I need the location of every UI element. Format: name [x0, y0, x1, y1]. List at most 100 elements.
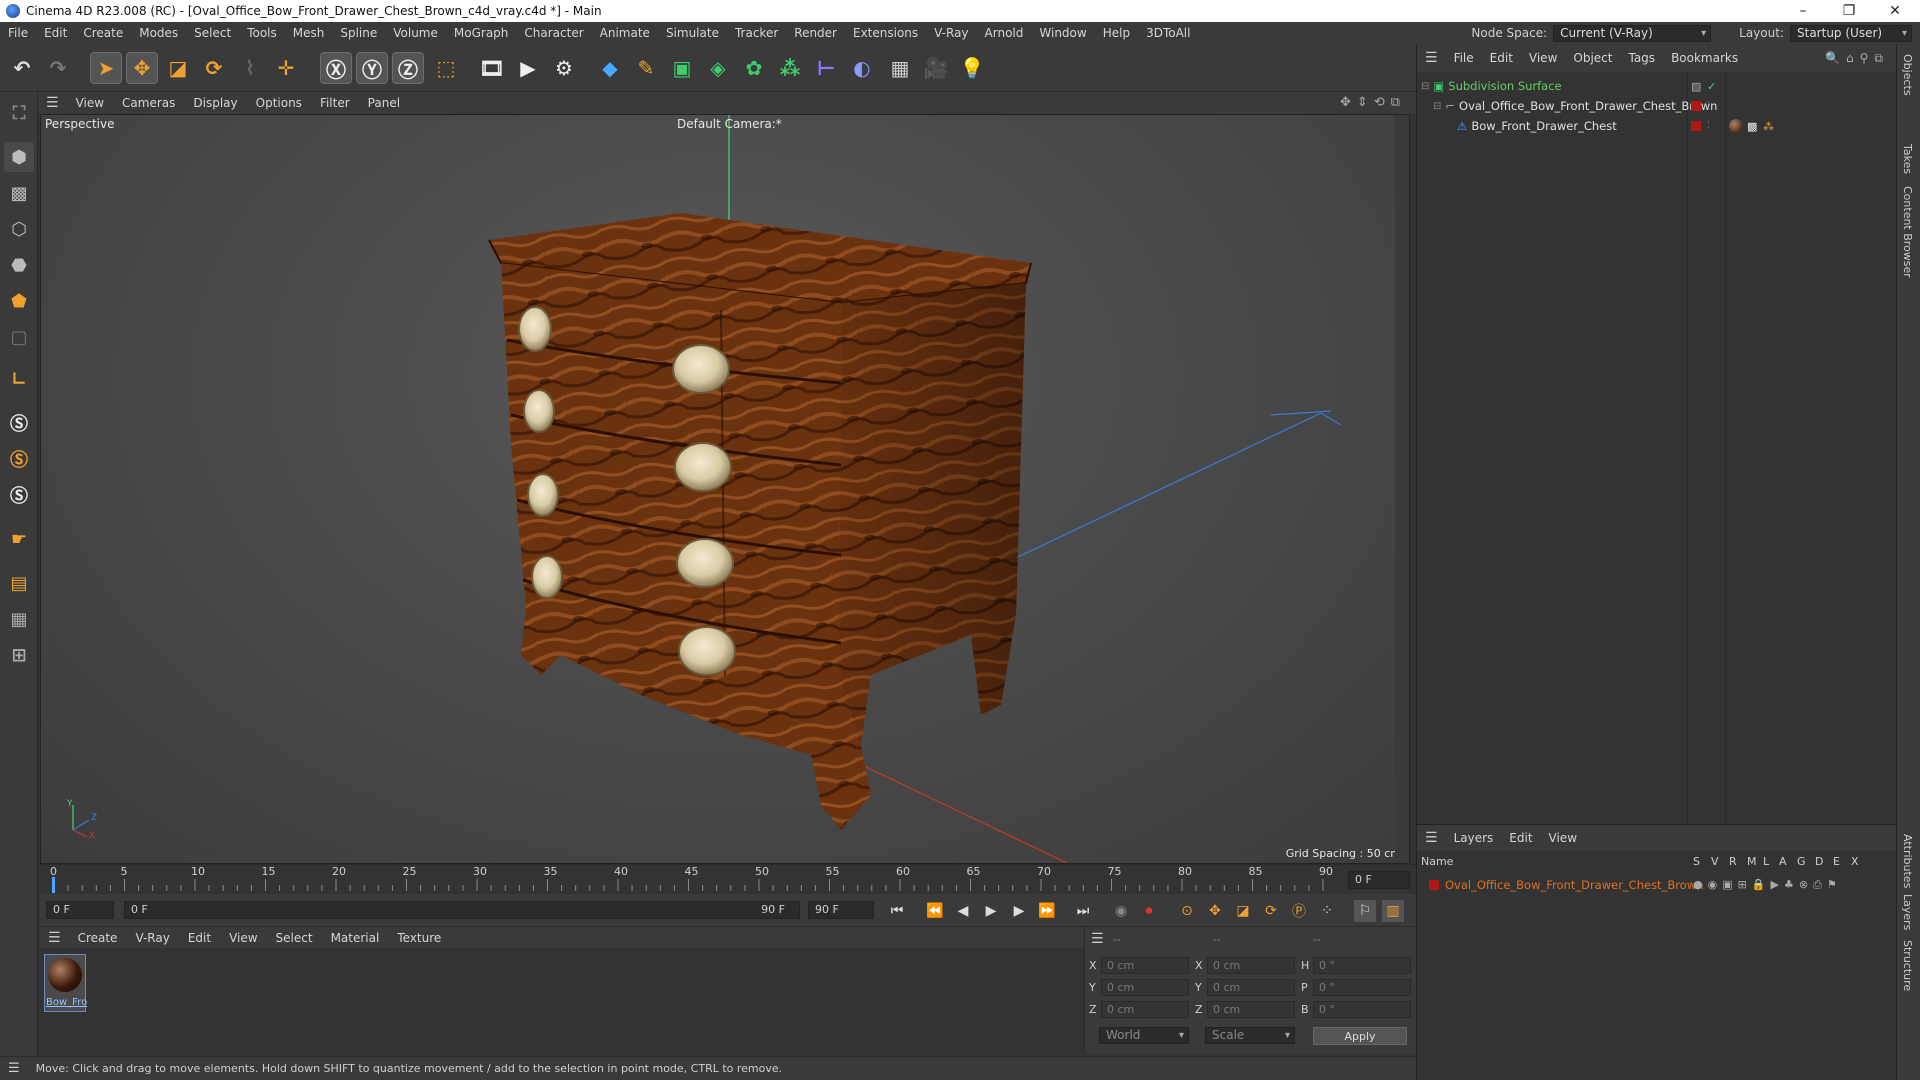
key-position-icon[interactable]: ✥ — [1204, 900, 1226, 922]
layers-hamburger-icon[interactable]: ☰ — [1417, 830, 1446, 846]
layer-toggle-icons[interactable]: ●◉▣⊞🔒▶♣⊗⎙⚑ — [1693, 878, 1842, 892]
edges-mode-icon[interactable]: ⬣ — [4, 250, 34, 280]
menu-modes[interactable]: Modes — [131, 26, 186, 40]
node-space-dropdown[interactable]: Current (V-Ray) — [1553, 24, 1712, 42]
start-frame-field[interactable]: 0 F — [46, 901, 114, 919]
menu-volume[interactable]: Volume — [385, 26, 446, 40]
material-menu-vray[interactable]: V-Ray — [126, 931, 178, 945]
viewport-menu-panel[interactable]: Panel — [359, 96, 409, 110]
mograph-effector-icon[interactable]: ⁂ — [774, 52, 806, 84]
render-settings-icon[interactable]: ⚙ — [548, 52, 580, 84]
size-y-field[interactable]: 0 cm — [1207, 979, 1295, 996]
viewport-camera-label[interactable]: Default Camera:* — [677, 117, 782, 131]
texture-tag-icon[interactable]: ⁂ — [1763, 120, 1774, 133]
undo-icon[interactable]: ↶ — [6, 52, 38, 84]
menu-select[interactable]: Select — [186, 26, 239, 40]
layers-menu-view[interactable]: View — [1541, 831, 1585, 845]
grid-icon[interactable]: ▦ — [4, 604, 34, 634]
redo-icon[interactable]: ↷ — [42, 52, 74, 84]
camera-object-icon[interactable]: 🎥 — [920, 52, 952, 84]
points-mode-icon[interactable]: ⬡ — [4, 214, 34, 244]
tab-content-browser[interactable]: Content Browser — [1901, 186, 1914, 278]
rot-b-field[interactable]: 0 ° — [1313, 1001, 1411, 1018]
make-editable-icon[interactable]: ⛶ — [4, 98, 34, 128]
model-mode-icon[interactable]: ⬢ — [4, 142, 34, 172]
collapse-icon[interactable]: ⊟ — [1421, 81, 1429, 92]
goto-start-icon[interactable]: ⏮ — [886, 900, 908, 922]
material-hamburger-icon[interactable]: ☰ — [40, 930, 69, 946]
key-param-icon[interactable]: Ⓟ — [1288, 900, 1310, 922]
keyframe-selection-icon[interactable]: ⊙ — [1176, 900, 1198, 922]
menu-mesh[interactable]: Mesh — [285, 26, 333, 40]
tweak-mode-icon[interactable]: ☛ — [4, 524, 34, 554]
menu-extensions[interactable]: Extensions — [845, 26, 926, 40]
z-axis-lock-icon[interactable]: Ⓩ — [392, 52, 424, 84]
object-row-subdivision-surface[interactable]: ⊟ ▣ Subdivision Surface ▨ ✓ — [1417, 76, 1897, 96]
goto-end-icon[interactable]: ⏭ — [1072, 900, 1094, 922]
menu-3dtoall[interactable]: 3DToAll — [1138, 26, 1198, 40]
pos-x-field[interactable]: 0 cm — [1101, 957, 1189, 974]
menu-arnold[interactable]: Arnold — [977, 26, 1032, 40]
snap-icon[interactable]: Ⓢ — [4, 408, 34, 438]
object-row-bow-front-drawer-chest[interactable]: ⚠ Bow_Front_Drawer_Chest ⁚ ▩ ⁂ — [1417, 116, 1897, 136]
key-scale-icon[interactable]: ◪ — [1232, 900, 1254, 922]
maximize-button[interactable]: ❐ — [1826, 0, 1872, 22]
spline-pen-icon[interactable]: ✎ — [630, 52, 662, 84]
size-z-field[interactable]: 0 cm — [1207, 1001, 1295, 1018]
next-key-icon[interactable]: ⏩ — [1036, 900, 1058, 922]
material-menu-texture[interactable]: Texture — [388, 931, 450, 945]
menu-tracker[interactable]: Tracker — [727, 26, 786, 40]
pos-z-field[interactable]: 0 cm — [1101, 1001, 1189, 1018]
select-tool-icon[interactable]: ➤ — [90, 52, 122, 84]
render-view-icon[interactable]: 🎞 — [476, 52, 508, 84]
objects-menu-view[interactable]: View — [1521, 51, 1565, 65]
layer-color-swatch[interactable] — [1691, 101, 1701, 111]
field-icon[interactable]: ◐ — [846, 52, 878, 84]
coords-hamburger-icon[interactable]: ☰ — [1091, 931, 1104, 947]
viewport-menu-filter[interactable]: Filter — [311, 96, 359, 110]
menu-edit[interactable]: Edit — [36, 26, 75, 40]
layer-row[interactable]: Oval_Office_Bow_Front_Drawer_Chest_Brown… — [1417, 875, 1897, 895]
transform-tool-icon[interactable]: ✛ — [270, 52, 302, 84]
viewport-menu-view[interactable]: View — [67, 96, 113, 110]
rotate-tool-icon[interactable]: ⟳ — [198, 52, 230, 84]
menu-vray[interactable]: V-Ray — [926, 26, 976, 40]
workplane-icon[interactable]: ▤ — [4, 568, 34, 598]
menu-help[interactable]: Help — [1095, 26, 1138, 40]
workplane-snap-icon[interactable]: Ⓢ — [4, 480, 34, 510]
next-frame-icon[interactable]: ▶ — [1008, 900, 1030, 922]
cloner-icon[interactable]: ✿ — [738, 52, 770, 84]
menu-character[interactable]: Character — [516, 26, 591, 40]
objects-menu-edit[interactable]: Edit — [1482, 51, 1521, 65]
layer-color-swatch[interactable] — [1429, 880, 1439, 890]
menu-tools[interactable]: Tools — [239, 26, 285, 40]
objects-menu-file[interactable]: File — [1446, 51, 1482, 65]
deformer-icon[interactable]: ⊢ — [810, 52, 842, 84]
menu-file[interactable]: File — [0, 26, 36, 40]
material-menu-material[interactable]: Material — [322, 931, 389, 945]
size-mode-dropdown[interactable]: Scale — [1205, 1027, 1295, 1044]
status-menu-icon[interactable]: ☰ — [0, 1061, 28, 1076]
menu-animate[interactable]: Animate — [592, 26, 658, 40]
snap-settings-icon[interactable]: Ⓢ — [4, 444, 34, 474]
play-icon[interactable]: ▶ — [980, 900, 1002, 922]
current-frame-field[interactable]: 0 F — [1348, 871, 1410, 889]
layout-dropdown[interactable]: Startup (User) — [1790, 24, 1912, 42]
collapse-icon[interactable]: ⊟ — [1433, 101, 1441, 112]
layers-menu-layers[interactable]: Layers — [1446, 831, 1502, 845]
prev-key-icon[interactable]: ⏪ — [924, 900, 946, 922]
coordinate-system-icon[interactable]: ⬚ — [430, 52, 462, 84]
timeline-ruler[interactable]: 0 5 10 15 20 25 30 35 40 45 50 55 60 65 70 75 80 85 90 0 F — [40, 864, 1416, 894]
visibility-dots-icon[interactable]: ⁚ — [1707, 121, 1710, 131]
key-pla-icon[interactable]: ⁘ — [1316, 900, 1338, 922]
coordinate-system-dropdown[interactable]: World — [1099, 1027, 1189, 1044]
timeline-scheme-icon[interactable]: ⚐ — [1354, 900, 1376, 922]
menu-render[interactable]: Render — [786, 26, 845, 40]
edit-toggle-icon[interactable]: ▨ — [1691, 80, 1701, 93]
objects-hamburger-icon[interactable]: ☰ — [1417, 50, 1446, 66]
render-picture-viewer-icon[interactable]: ▶ — [512, 52, 544, 84]
3d-viewport[interactable]: Perspective Default Camera:* Grid Spacin… — [40, 114, 1410, 864]
menu-mograph[interactable]: MoGraph — [446, 26, 517, 40]
subdivision-surface-icon[interactable]: ▣ — [666, 52, 698, 84]
preview-range-slider[interactable]: 0 F 90 F — [124, 901, 800, 919]
